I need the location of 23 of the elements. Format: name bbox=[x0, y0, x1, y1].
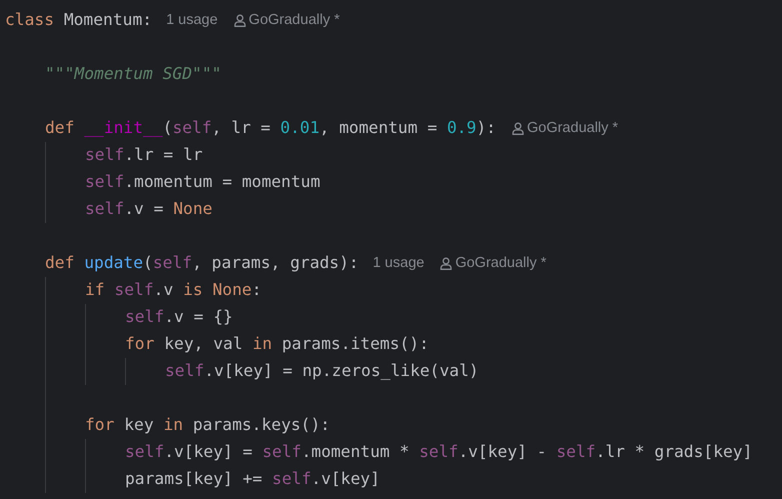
usage-hint[interactable]: 1 usage bbox=[372, 252, 424, 274]
author-hint[interactable]: GoGradually * bbox=[248, 10, 340, 32]
user-icon bbox=[234, 14, 246, 27]
code-line: for key in params.keys(): bbox=[85, 414, 330, 436]
code-line: self.momentum = momentum bbox=[85, 171, 320, 194]
code-line: self.v = {} bbox=[125, 306, 233, 328]
user-icon bbox=[512, 122, 524, 135]
code-line: self.v[key] = np.zeros_like(val) bbox=[165, 360, 479, 382]
user-icon bbox=[440, 257, 452, 270]
code-line: class Momentum: bbox=[5, 9, 152, 32]
code-line: self.v[key] = self.momentum * self.v[key] - self.lr * grads[key] bbox=[125, 441, 752, 464]
code-line: if self.v is None: bbox=[85, 279, 262, 302]
author-hint[interactable]: GoGradually * bbox=[455, 252, 546, 274]
code-line: self.v = None bbox=[85, 198, 212, 220]
code-line: for key, val in params.items(): bbox=[125, 333, 429, 356]
code-editor[interactable] bbox=[0, 0, 782, 499]
code-line: def __init__(self, lr = 0.01, momentum = 0.9): bbox=[45, 117, 496, 140]
code-line: def update(self, params, grads): bbox=[45, 252, 359, 274]
code-line: params[key] += self.v[key] bbox=[125, 468, 380, 490]
usage-hint[interactable]: 1 usage bbox=[166, 10, 218, 32]
author-hint[interactable]: GoGradually * bbox=[526, 118, 618, 140]
code-line: self.lr = lr bbox=[85, 144, 203, 166]
code-line: """Momentum SGD""" bbox=[45, 63, 222, 86]
